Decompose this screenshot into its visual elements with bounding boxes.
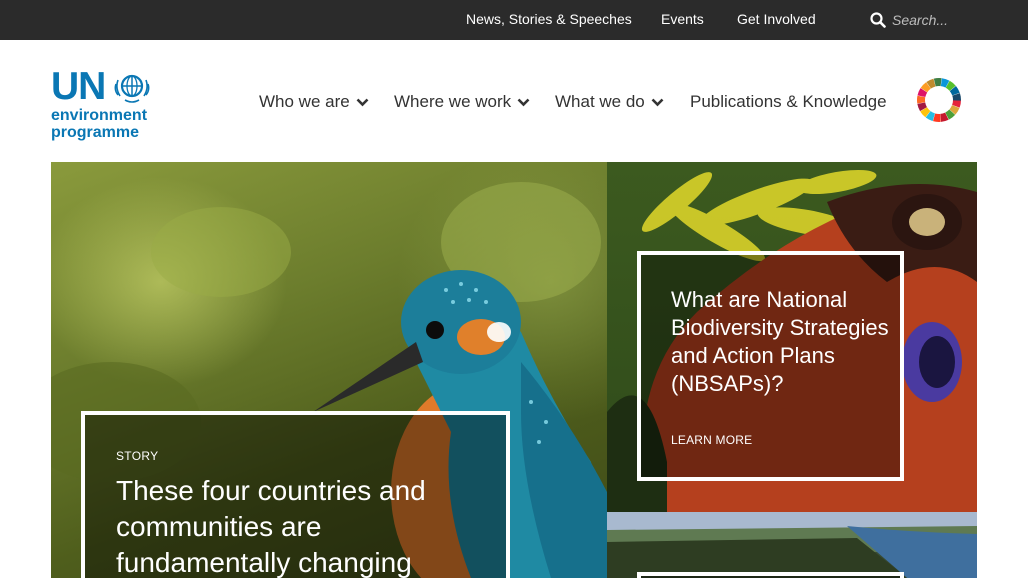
hero-section: STORY These four countries and communiti… (51, 162, 977, 578)
nav-item-label: Where we work (394, 92, 512, 111)
top-utility-bar: News, Stories & Speeches Events Get Invo… (0, 0, 1028, 40)
hero-story-card[interactable]: STORY These four countries and communiti… (81, 411, 510, 578)
nav-item-what-we-do[interactable]: What we do (555, 92, 664, 112)
site-header: UN environment programme Who we are Wher… (0, 40, 1028, 162)
chevron-down-icon (356, 98, 369, 106)
search-box (868, 0, 1028, 40)
chevron-down-icon (651, 98, 664, 106)
topbar-link-events[interactable]: Events (661, 11, 704, 27)
nav-item-who-we-are[interactable]: Who we are (259, 92, 369, 112)
hero-feature-card[interactable]: What are National Biodiversity Strategie… (637, 251, 904, 481)
story-kicker: STORY (116, 449, 159, 463)
story-headline[interactable]: These four countries and communities are… (116, 473, 476, 578)
logo-un-text: UN (51, 65, 106, 108)
un-emblem-icon (114, 74, 150, 103)
nav-item-where-we-work[interactable]: Where we work (394, 92, 530, 112)
coastline-image (607, 512, 977, 578)
search-icon[interactable] (870, 12, 886, 28)
chevron-down-icon (517, 98, 530, 106)
hero-next-card-edge (637, 572, 904, 578)
search-input[interactable] (892, 10, 1012, 30)
nav-item-publications[interactable]: Publications & Knowledge (690, 92, 887, 112)
hero-right-bottom-panel[interactable] (607, 512, 977, 578)
topbar-link-get-involved[interactable]: Get Involved (737, 11, 816, 27)
nav-item-label: What we do (555, 92, 645, 111)
hero-right-top-panel[interactable]: What are National Biodiversity Strategie… (607, 162, 977, 512)
unep-logo[interactable]: UN environment programme (51, 65, 155, 145)
learn-more-link[interactable]: LEARN MORE (671, 433, 752, 447)
nav-item-label: Publications & Knowledge (690, 92, 887, 111)
topbar-link-news[interactable]: News, Stories & Speeches (466, 11, 632, 27)
nav-item-label: Who we are (259, 92, 350, 111)
logo-line-programme: programme (51, 124, 140, 141)
feature-headline[interactable]: What are National Biodiversity Strategie… (671, 286, 891, 398)
hero-main-panel[interactable]: STORY These four countries and communiti… (51, 162, 607, 578)
sdg-wheel-icon[interactable] (916, 77, 962, 123)
logo-line-environment: environment (51, 107, 148, 124)
